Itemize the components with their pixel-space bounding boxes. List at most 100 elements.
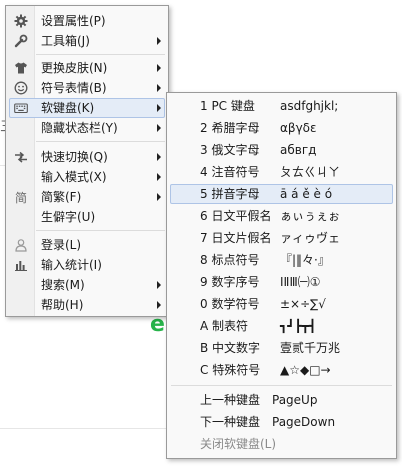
submenu-arrow-icon [157, 104, 161, 112]
keyboard-option-sample: ⅠⅡⅢ㈠① [280, 275, 321, 289]
submenu-arrow-icon [157, 153, 161, 161]
menu-item-toolbox[interactable]: 工具箱(J) [6, 31, 168, 51]
wrench-icon [13, 33, 29, 49]
keyboard-option-label: 7 日文片假名 [200, 231, 272, 245]
keyboard-option-sample: абвгд [280, 143, 317, 157]
keyboard-option-pinyin[interactable]: 5 拼音字母 ā á ě è ó [167, 184, 396, 204]
menu-item-label: 帮助(H) [41, 298, 84, 312]
menu-item-login[interactable]: 登录(L) [6, 235, 168, 255]
submenu-arrow-icon [157, 37, 161, 45]
menu-item-rare-characters[interactable]: 生僻字(U) [6, 207, 168, 227]
menu-item-label: 输入统计(I) [41, 258, 102, 272]
keyboard-option-sample: αβγδε [280, 121, 317, 135]
menu-item-label: 快速切换(Q) [41, 150, 108, 164]
keyboard-option-sample: ㄆㄊㄍㄐㄚ [280, 165, 341, 179]
menu-item-soft-keyboard[interactable]: 软键盘(K) [6, 98, 168, 118]
menu-item-label: 输入模式(X) [41, 170, 107, 184]
keyboard-option-math[interactable]: 0 数学符号 ±×÷∑√ [167, 294, 396, 314]
keyboard-option-sample: ぁぃぅぇぉ [280, 209, 341, 223]
menu-item-quick-switch[interactable]: 快速切换(Q) [6, 147, 168, 167]
menu-item-symbol-emoji[interactable]: 符号表情(B) [6, 78, 168, 98]
keyboard-option-chinese-numerals[interactable]: B 中文数字 壹贰千万兆 [167, 338, 396, 358]
submenu-arrow-icon [157, 84, 161, 92]
menu-item-label: 隐藏状态栏(Y) [41, 121, 118, 135]
keyboard-option-label: 5 拼音字母 [200, 187, 260, 201]
menu-item-hide-status-bar[interactable]: 隐藏状态栏(Y) [6, 118, 168, 138]
menu-item-input-statistics[interactable]: 输入统计(I) [6, 255, 168, 275]
keyboard-option-label: A 制表符 [200, 319, 249, 333]
keyboard-option-label: 2 希腊字母 [200, 121, 260, 135]
user-icon [13, 237, 29, 253]
background-divider [0, 428, 166, 429]
keyboard-option-zhuyin[interactable]: 4 注音符号 ㄆㄊㄍㄐㄚ [167, 162, 396, 182]
menu-item-label: 工具箱(J) [41, 34, 90, 48]
keyboard-option-label: 8 标点符号 [200, 253, 260, 267]
menu-separator [36, 230, 165, 231]
keyboard-option-sample: ァィゥヴェ [280, 231, 341, 245]
keyboard-option-label: 上一种键盘 [200, 393, 261, 407]
menu-item-label: 简繁(F) [41, 190, 82, 204]
keyboard-option-russian[interactable]: 3 俄文字母 абвгд [167, 140, 396, 160]
submenu-arrow-icon [157, 281, 161, 289]
menu-item-label: 搜索(M) [41, 278, 85, 292]
smiley-icon [13, 80, 29, 96]
keyboard-option-sample: 『|‖々·』 [280, 253, 330, 267]
keyboard-option-label: 1 PC 键盘 [200, 99, 255, 113]
keyboard-option-pc[interactable]: 1 PC 键盘 asdfghjkl; [167, 96, 396, 116]
keyboard-option-katakana[interactable]: 7 日文片假名 ァィゥヴェ [167, 228, 396, 248]
keyboard-option-label: 下一种键盘 [200, 415, 261, 429]
submenu-arrow-icon [157, 301, 161, 309]
submenu-arrow-icon [157, 193, 161, 201]
keyboard-option-sample: 壹贰千万兆 [280, 341, 341, 355]
keyboard-option-label: 9 数字序号 [200, 275, 260, 289]
menu-item-help[interactable]: 帮助(H) [6, 295, 168, 315]
switch-arrows-icon [13, 149, 29, 165]
keyboard-option-label: 0 数学符号 [200, 297, 260, 311]
keyboard-option-label: 4 注音符号 [200, 165, 260, 179]
keyboard-option-sample: asdfghjkl; [280, 99, 339, 113]
menu-separator [171, 385, 392, 386]
menu-item-simplified-traditional[interactable]: 简 简繁(F) [6, 187, 168, 207]
menu-item-change-skin[interactable]: 更换皮肤(N) [6, 58, 168, 78]
keyboard-option-label: 3 俄文字母 [200, 143, 260, 157]
gear-icon [13, 13, 29, 29]
keyboard-option-hiragana[interactable]: 6 日文平假名 ぁぃぅぇぉ [167, 206, 396, 226]
menu-item-input-mode[interactable]: 输入模式(X) [6, 167, 168, 187]
next-keyboard-item[interactable]: 下一种键盘 PageDown [167, 412, 396, 432]
menu-item-label: 设置属性(P) [41, 14, 106, 28]
keyboard-option-box-drawing[interactable]: A 制表符 ┓┛┣┳┫ [167, 316, 396, 336]
shortcut-label: PageUp [272, 393, 318, 407]
keyboard-option-label: 6 日文平假名 [200, 209, 272, 223]
keyboard-option-label: B 中文数字 [200, 341, 261, 355]
keyboard-option-greek[interactable]: 2 希腊字母 αβγδε [167, 118, 396, 138]
menu-item-label: 生僻字(U) [41, 210, 96, 224]
menu-separator [36, 54, 165, 55]
menu-item-label: 更换皮肤(N) [41, 61, 108, 75]
keyboard-option-label: C 特殊符号 [200, 363, 261, 377]
menu-item-search[interactable]: 搜索(M) [6, 275, 168, 295]
soft-keyboard-submenu: 1 PC 键盘 asdfghjkl; 2 希腊字母 αβγδε 3 俄文字母 а… [166, 92, 397, 459]
bar-chart-icon [13, 257, 29, 273]
menu-separator [36, 141, 165, 142]
shortcut-label: PageDown [272, 415, 336, 429]
menu-item-label: 登录(L) [41, 238, 82, 252]
submenu-arrow-icon [157, 124, 161, 132]
keyboard-option-sample: ▲☆◆□→ [280, 363, 331, 377]
keyboard-option-special-symbols[interactable]: C 特殊符号 ▲☆◆□→ [167, 360, 396, 380]
submenu-arrow-icon [157, 64, 161, 72]
keyboard-option-sample: ā á ě è ó [280, 187, 333, 201]
keyboard-option-punctuation[interactable]: 8 标点符号 『|‖々·』 [167, 250, 396, 270]
keyboard-option-sample: ┓┛┣┳┫ [280, 319, 317, 333]
keyboard-option-sample: ±×÷∑√ [280, 297, 326, 311]
keyboard-icon [13, 100, 29, 116]
menu-item-settings[interactable]: 设置属性(P) [6, 11, 168, 31]
keyboard-option-number-sequence[interactable]: 9 数字序号 ⅠⅡⅢ㈠① [167, 272, 396, 292]
previous-keyboard-item[interactable]: 上一种键盘 PageUp [167, 390, 396, 410]
menu-item-label: 软键盘(K) [41, 101, 95, 115]
submenu-arrow-icon [157, 173, 161, 181]
simplified-char-icon: 简 [14, 190, 27, 205]
context-menu: 设置属性(P) 工具箱(J) 更换皮肤(N) 符号表情(B) 软键盘(K) 隐藏… [5, 5, 169, 317]
menu-item-label: 符号表情(B) [41, 81, 107, 95]
close-soft-keyboard-item[interactable]: 关闭软键盘(L) [167, 434, 396, 454]
keyboard-option-label: 关闭软键盘(L) [200, 437, 277, 451]
